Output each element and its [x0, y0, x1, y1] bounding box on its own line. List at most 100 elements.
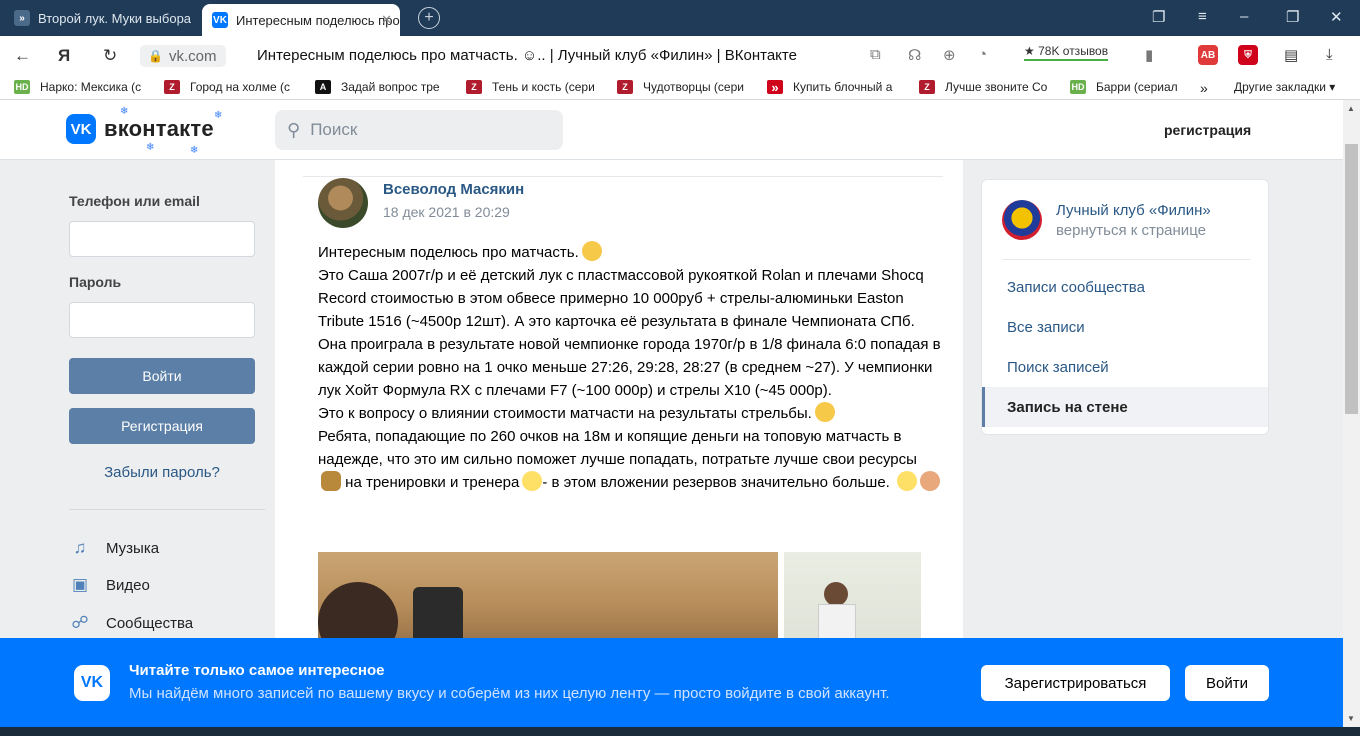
bookmark-label: Город на холме (с: [190, 80, 290, 94]
register-link[interactable]: регистрация: [1164, 122, 1251, 138]
photo-detail: [818, 604, 856, 642]
post-date[interactable]: 18 дек 2021 в 20:29: [383, 204, 510, 220]
other-bookmarks[interactable]: Другие закладки ▾: [1234, 80, 1335, 94]
tab-favicon-icon: »: [14, 10, 30, 26]
shield-extension-icon[interactable]: ⛨: [1238, 45, 1258, 65]
tab-close-icon[interactable]: ✕: [381, 12, 392, 28]
reload-icon[interactable]: ↻: [103, 46, 117, 66]
sidebar-item-label: Видео: [106, 576, 150, 594]
light-bulb-emoji-icon: [522, 471, 543, 491]
phone-label: Телефон или email: [69, 193, 200, 209]
phone-input[interactable]: [69, 221, 255, 257]
z-icon: Z: [617, 80, 633, 94]
scroll-up-icon[interactable]: ▲: [1347, 104, 1355, 113]
vk-header: VK вконтакте ❄ ❄ ❄ ❄ ⚲ Поиск регистрация: [0, 100, 1343, 160]
sidebar-item-music[interactable]: ♫ Музыка: [69, 537, 159, 559]
nav-wall-post[interactable]: Запись на стене: [982, 387, 1268, 427]
vk-logo[interactable]: VK вконтакте: [66, 114, 214, 144]
reviews-count: 78K отзывов: [1038, 44, 1109, 58]
club-name[interactable]: Лучный клуб «Филин»: [1056, 202, 1211, 219]
signup-banner: VK Читайте только самое интересное Мы на…: [0, 638, 1343, 727]
vk-banner-logo-icon: VK: [74, 665, 110, 701]
tab-list-icon[interactable]: ❐: [1152, 8, 1165, 26]
wall-post: Всеволод Масякин 18 дек 2021 в 20:29 Инт…: [275, 160, 963, 642]
page-scrollbar[interactable]: ▲ ▼: [1343, 100, 1360, 736]
new-tab-button[interactable]: +: [418, 7, 440, 29]
bookmark-item[interactable]: Z Чудотворцы (сери: [617, 80, 744, 94]
bookmark-item[interactable]: Z Город на холме (с: [164, 80, 290, 94]
hd-icon: HD: [1070, 80, 1086, 94]
z-icon: Z: [164, 80, 180, 94]
banner-register-button[interactable]: Зарегистрироваться: [981, 665, 1170, 701]
post-paragraph: Ребята, попадающие по 260 очков на 18м и…: [318, 428, 917, 468]
download-icon[interactable]: ⤓: [1326, 46, 1333, 63]
sidebar-item-communities[interactable]: ☍ Сообщества: [69, 612, 193, 634]
forgot-password-link[interactable]: Забыли пароль?: [69, 464, 255, 481]
yandex-icon[interactable]: Я: [58, 46, 70, 66]
vk-logo-icon: VK: [66, 114, 96, 144]
minimize-icon[interactable]: –: [1240, 8, 1248, 25]
sidebar-item-label: Музыка: [106, 539, 160, 557]
bookmark-label: Купить блочный а: [793, 80, 893, 94]
club-divider: [1002, 259, 1250, 260]
club-card: Лучный клуб «Филин» вернуться к странице…: [981, 179, 1269, 435]
bookmark-label: Лучше звоните Со: [945, 80, 1048, 94]
url-field[interactable]: 🔒 vk.com: [140, 45, 226, 67]
register-button[interactable]: Регистрация: [69, 408, 255, 444]
z-icon: Z: [919, 80, 935, 94]
z-icon: Z: [466, 80, 482, 94]
banner-login-button[interactable]: Войти: [1185, 665, 1269, 701]
club-back-link[interactable]: вернуться к странице: [1056, 222, 1206, 239]
nav-community-posts[interactable]: Записи сообщества: [982, 267, 1268, 307]
scrollbar-thumb[interactable]: [1345, 144, 1358, 414]
post-photo[interactable]: [318, 552, 778, 642]
bookmark-item[interactable]: HD Барри (сериал: [1070, 80, 1178, 94]
bookmark-label: Чудотворцы (сери: [643, 80, 744, 94]
login-button[interactable]: Войти: [69, 358, 255, 394]
tab-title: Второй лук. Муки выбора: [38, 10, 192, 26]
search-input[interactable]: ⚲ Поиск: [275, 110, 563, 150]
collections-icon[interactable]: ▤: [1284, 46, 1298, 64]
light-bulb-emoji-icon: [897, 471, 917, 491]
browser-tab-active[interactable]: VK Интересным поделюсь про ✕: [202, 4, 400, 36]
bookmark-icon[interactable]: ▮: [1145, 46, 1153, 64]
restore-icon[interactable]: ❐: [1286, 8, 1299, 26]
bookmarks-more-icon[interactable]: »: [1200, 80, 1208, 96]
snowflake-icon: ❄: [190, 145, 199, 156]
post-paragraph: Интересным поделюсь про матчасть.: [318, 244, 579, 261]
menu-icon[interactable]: ≡: [1198, 8, 1207, 25]
adblock-extension-icon[interactable]: AB: [1198, 45, 1218, 65]
nav-search-posts[interactable]: Поиск записей: [982, 347, 1268, 387]
nav-all-posts[interactable]: Все записи: [982, 307, 1268, 347]
post-paragraph: на тренировки и тренера: [345, 474, 520, 491]
reviews-badge[interactable]: ★ 78K отзывов: [1024, 44, 1109, 61]
sidebar-divider: [69, 509, 265, 510]
sidebar-item-video[interactable]: ▣ Видео: [69, 574, 150, 596]
bookmark-item[interactable]: Z Тень и кость (сери: [466, 80, 595, 94]
back-icon[interactable]: ←: [14, 46, 31, 66]
browser-tab[interactable]: » Второй лук. Муки выбора: [4, 3, 200, 33]
password-input[interactable]: [69, 302, 255, 338]
scroll-down-icon[interactable]: ▼: [1347, 714, 1355, 723]
bookmark-item[interactable]: HD Нарко: Мексика (с: [14, 80, 141, 94]
copy-icon[interactable]: ⧉: [870, 46, 881, 63]
banner-title: Читайте только самое интересное: [129, 662, 385, 679]
club-avatar[interactable]: [1002, 200, 1042, 240]
os-taskbar: [0, 727, 1360, 736]
double-chevron-icon: »: [767, 80, 783, 95]
bookmark-item[interactable]: » Купить блочный а: [767, 80, 893, 95]
headphones-icon[interactable]: ☊: [908, 46, 921, 64]
zoom-icon[interactable]: ⊕: [943, 46, 956, 64]
bookmark-item[interactable]: Z Лучше звоните Со: [919, 80, 1047, 94]
post-author[interactable]: Всеволод Масякин: [383, 181, 524, 198]
post-photo[interactable]: [784, 552, 921, 642]
hd-icon: HD: [14, 80, 30, 94]
lens-icon[interactable]: ◔: [978, 46, 987, 63]
snowflake-icon: ❄: [146, 142, 155, 153]
banner-subtitle: Мы найдём много записей по вашему вкусу …: [129, 685, 890, 702]
author-avatar[interactable]: [318, 178, 368, 228]
post-paragraph: - в этом вложении резервов значительно б…: [542, 474, 890, 491]
communities-icon: ☍: [71, 613, 89, 632]
window-close-icon[interactable]: ✕: [1330, 8, 1343, 26]
bookmark-item[interactable]: A Задай вопрос тре: [315, 80, 440, 94]
